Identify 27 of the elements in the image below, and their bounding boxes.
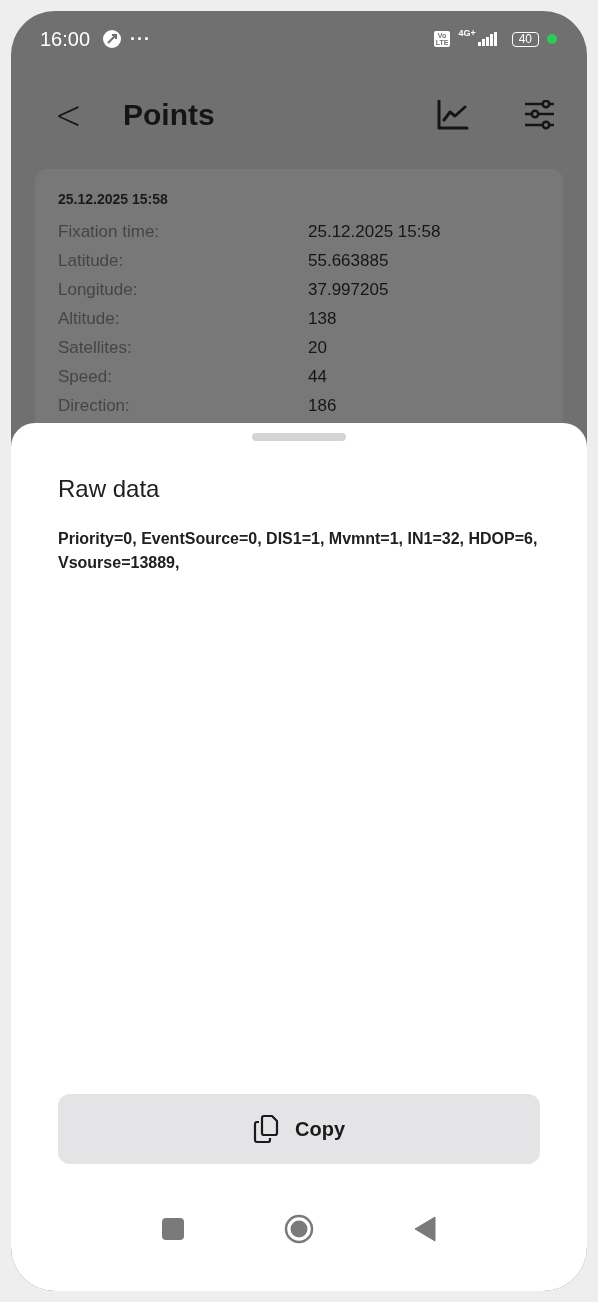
- page-title: Points: [123, 98, 215, 132]
- home-icon[interactable]: [284, 1214, 314, 1244]
- field-value: 138: [308, 308, 337, 330]
- field-value: 186: [308, 395, 337, 417]
- field-value: 20: [308, 337, 327, 359]
- field-value: 25.12.2025 15:58: [308, 221, 441, 243]
- back-button[interactable]: <: [55, 90, 79, 140]
- status-time: 16:00: [40, 27, 91, 51]
- raw-data-text: Priority=0, EventSource=0, DIS1=1, Mvmnt=1, IN1=32, HDOP=6, Vsourse=13889,: [58, 529, 539, 573]
- copy-icon: [253, 1114, 279, 1144]
- copy-button[interactable]: Copy: [58, 1094, 540, 1164]
- more-notifications: ···: [130, 28, 152, 50]
- battery-level: 40: [511, 31, 539, 47]
- recents-icon[interactable]: [162, 1218, 184, 1240]
- drag-handle[interactable]: [252, 433, 346, 441]
- chart-icon[interactable]: [437, 100, 469, 130]
- dot-icon: [547, 34, 557, 44]
- field-value: 55.663885: [308, 250, 389, 272]
- back-nav-icon[interactable]: [414, 1216, 436, 1242]
- field-value: 37.997205: [308, 279, 389, 301]
- network-type: 4G+: [458, 28, 476, 38]
- app-notification-icon: [102, 29, 123, 49]
- filter-settings-icon[interactable]: [524, 100, 556, 130]
- point-date: 25.12.2025 15:58: [58, 191, 169, 207]
- signal-icon: [477, 32, 498, 46]
- field-value: 44: [308, 366, 327, 388]
- sheet-title: Raw data: [58, 475, 161, 503]
